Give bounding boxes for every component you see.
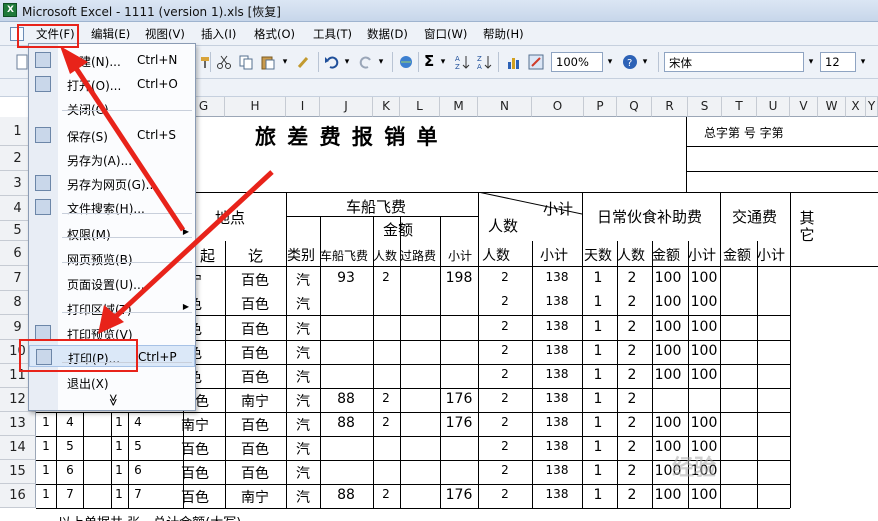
annotation-arrows xyxy=(60,46,274,334)
watermark: 经验 xyxy=(672,456,717,481)
